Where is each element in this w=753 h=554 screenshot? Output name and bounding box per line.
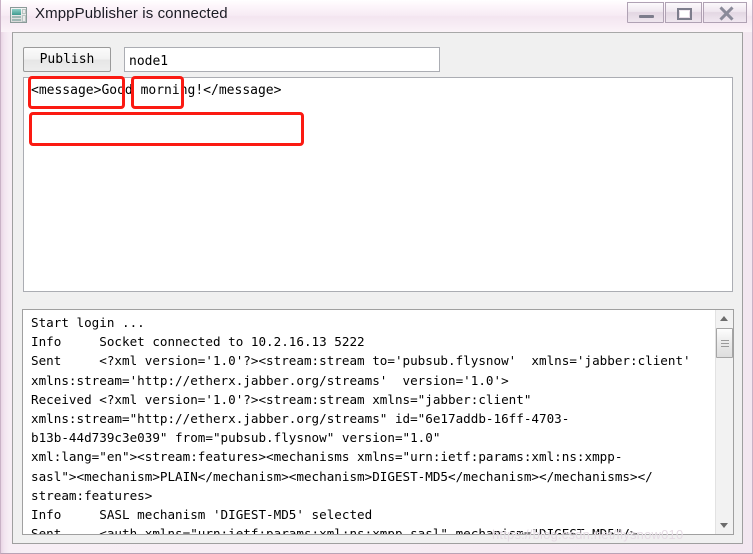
title-bar: XmppPublisher is connected xyxy=(1,0,752,32)
restore-button[interactable] xyxy=(665,2,702,23)
scrollbar-thumb[interactable] xyxy=(716,328,733,358)
scroll-up-arrow[interactable] xyxy=(716,310,733,327)
minimize-button[interactable] xyxy=(627,2,664,23)
minimize-icon xyxy=(639,15,654,18)
close-button[interactable] xyxy=(703,2,747,23)
log-output: Start login ... Info Socket connected to… xyxy=(31,315,691,534)
application-window: XmppPublisher is connected Publish Start… xyxy=(0,0,753,554)
window-title: XmppPublisher is connected xyxy=(35,5,228,22)
message-input[interactable] xyxy=(23,77,733,292)
node-input[interactable] xyxy=(124,47,440,72)
application-window-icon xyxy=(10,7,27,23)
scroll-down-arrow[interactable] xyxy=(716,517,733,534)
log-scrollbar[interactable] xyxy=(715,310,733,534)
client-area: Publish Start login ... Info Socket conn… xyxy=(12,32,743,544)
publish-button[interactable]: Publish xyxy=(23,47,111,72)
log-panel: Start login ... Info Socket connected to… xyxy=(22,309,734,535)
